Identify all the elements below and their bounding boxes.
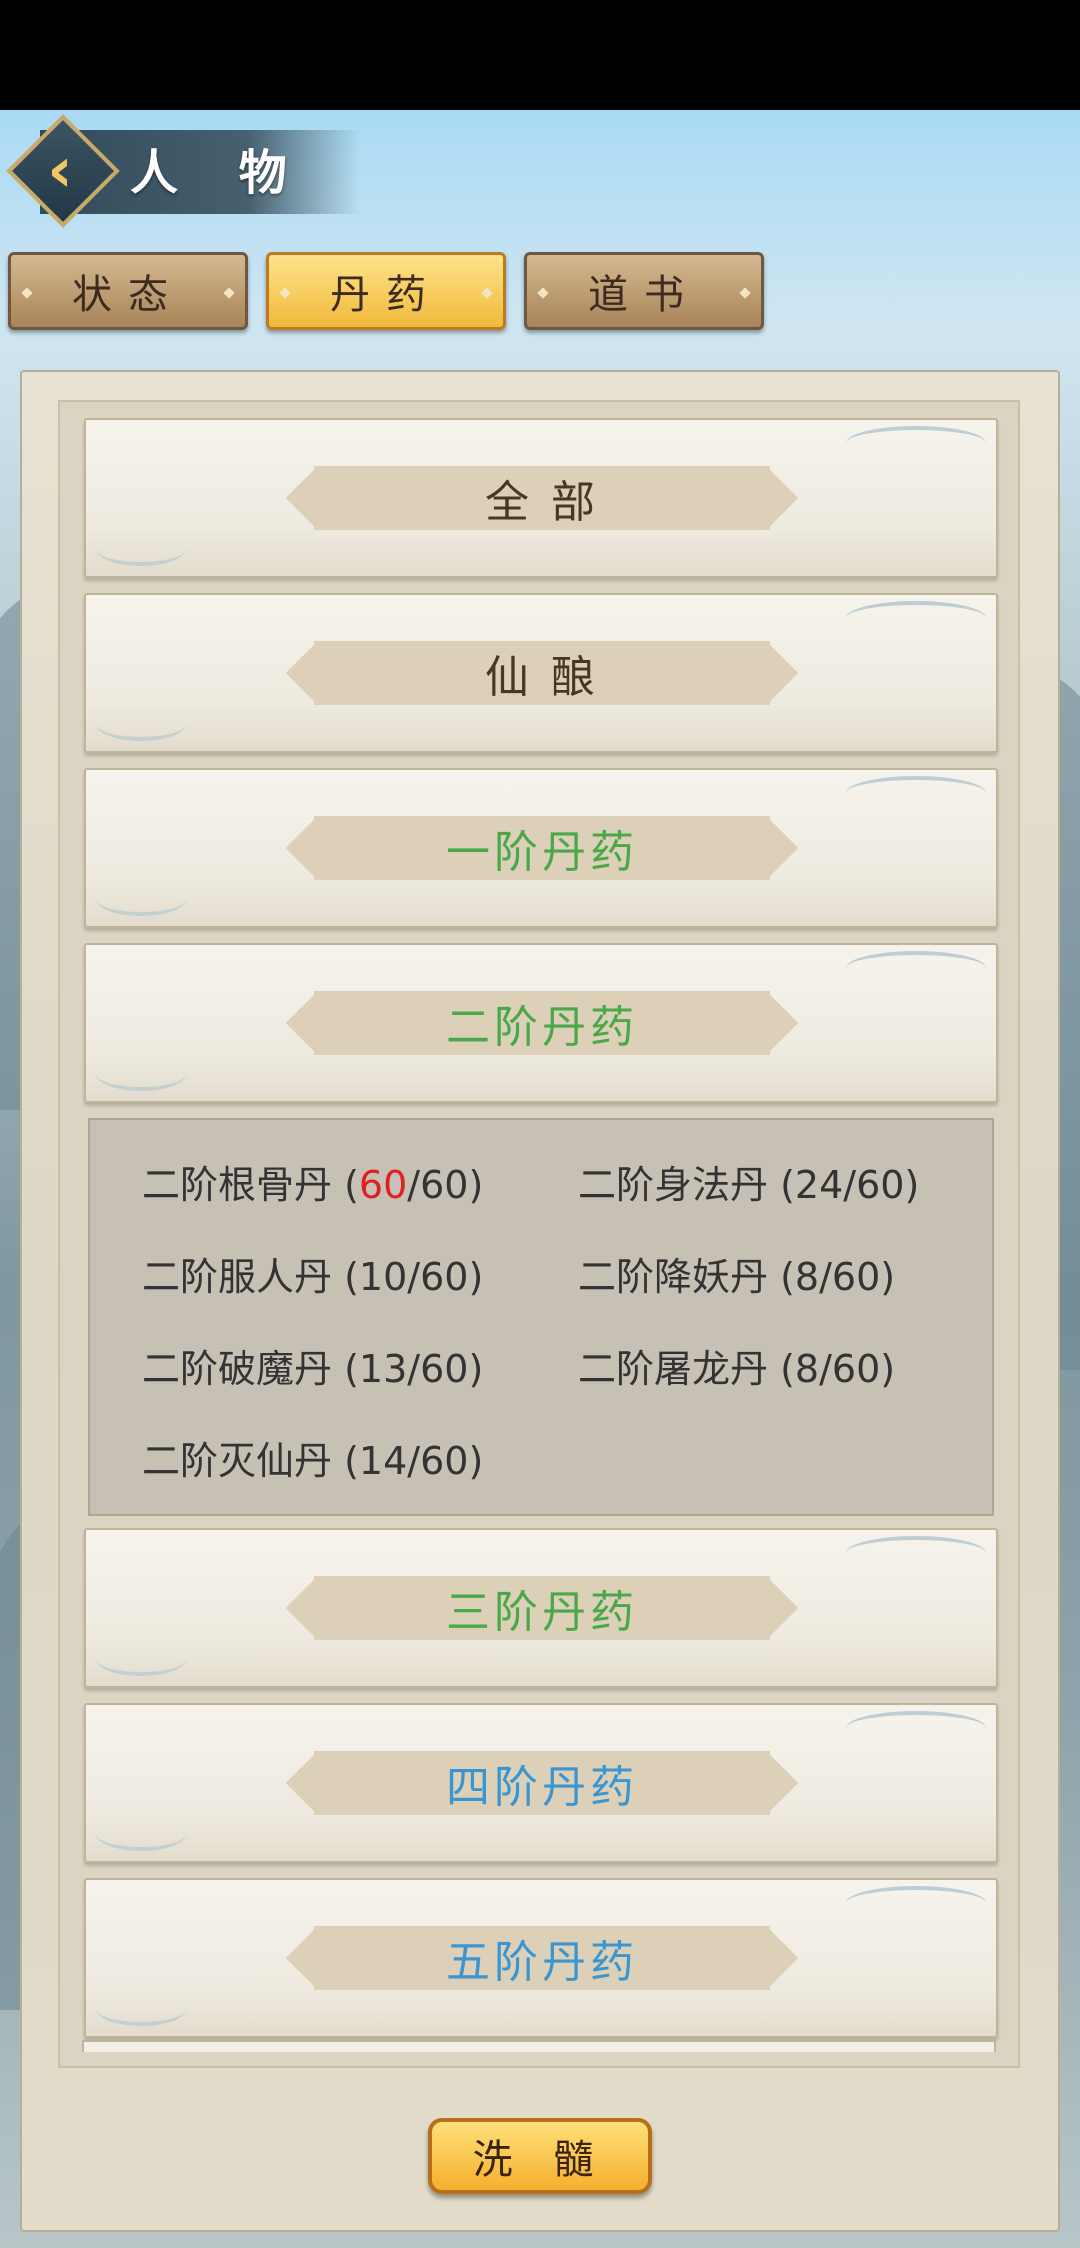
cloud-decoration	[96, 532, 186, 566]
tab-ornament-icon	[279, 287, 291, 299]
category-label-plate: 五阶丹药	[314, 1926, 770, 1990]
category-tier-5[interactable]: 五阶丹药	[84, 1878, 998, 2038]
list-item: 二阶服人丹 (10/60)	[142, 1255, 484, 1299]
tab-ornament-icon	[739, 287, 751, 299]
category-tier-3[interactable]: 三阶丹药	[84, 1528, 998, 1688]
list-item: 二阶屠龙丹 (8/60)	[578, 1347, 896, 1391]
category-tier-2[interactable]: 二阶丹药	[84, 943, 998, 1103]
tab-ornament-icon	[21, 287, 33, 299]
tab-label: 丹药	[330, 272, 442, 318]
category-label-plate: 一阶丹药	[314, 816, 770, 880]
category-label-plate: 四阶丹药	[314, 1751, 770, 1815]
item-name: 二阶身法丹	[578, 1163, 769, 1207]
item-count: 10	[358, 1255, 408, 1299]
item-max: 60	[420, 1347, 469, 1391]
tab-status[interactable]: 状态	[8, 252, 248, 330]
category-tier-4[interactable]: 四阶丹药	[84, 1703, 998, 1863]
category-next-partial[interactable]	[82, 2040, 996, 2052]
cloud-decoration	[846, 1536, 986, 1570]
category-label: 仙 酿	[485, 652, 599, 703]
cloud-decoration	[96, 1992, 186, 2026]
page-title: 人 物	[130, 145, 309, 201]
wash-marrow-button[interactable]: 洗 髓	[428, 2118, 652, 2194]
category-label: 三阶丹药	[446, 1587, 638, 1638]
cloud-decoration	[96, 1057, 186, 1091]
list-item: 二阶破魔丹 (13/60)	[142, 1347, 484, 1391]
item-count: 13	[358, 1347, 408, 1391]
status-bar	[0, 0, 1080, 110]
category-label: 二阶丹药	[446, 1002, 638, 1053]
category-label: 一阶丹药	[446, 827, 638, 878]
category-label: 全 部	[485, 477, 599, 528]
item-max: 60	[420, 1163, 469, 1207]
item-max: 60	[831, 1347, 881, 1391]
list-item: 二阶降妖丹 (8/60)	[578, 1255, 896, 1299]
cloud-decoration	[846, 776, 986, 810]
item-name: 二阶降妖丹	[578, 1255, 769, 1299]
cloud-decoration	[846, 1711, 986, 1745]
category-label-plate: 全 部	[314, 466, 770, 530]
category-wine[interactable]: 仙 酿	[84, 593, 998, 753]
item-max: 60	[420, 1255, 469, 1299]
tab-ornament-icon	[537, 287, 549, 299]
tab-elixirs[interactable]: 丹药	[266, 252, 506, 330]
item-count: 60	[358, 1163, 408, 1207]
category-scroll: 全 部 仙 酿 一阶丹药 二阶丹药 二阶根骨丹 (60/60) 二阶身法丹 (2…	[84, 418, 998, 2053]
item-name: 二阶服人丹	[142, 1255, 333, 1299]
cloud-decoration	[846, 426, 986, 460]
category-list[interactable]: 全 部 仙 酿 一阶丹药 二阶丹药 二阶根骨丹 (60/60) 二阶身法丹 (2…	[58, 400, 1020, 2068]
cloud-decoration	[846, 601, 986, 635]
tab-label: 道书	[588, 272, 700, 318]
item-name: 二阶破魔丹	[142, 1347, 333, 1391]
item-max: 60	[856, 1163, 905, 1207]
tab-ornament-icon	[481, 287, 493, 299]
wash-marrow-label: 洗 髓	[472, 2137, 608, 2183]
tab-ornament-icon	[223, 287, 235, 299]
list-item: 二阶身法丹 (24/60)	[578, 1163, 920, 1207]
category-label-plate: 仙 酿	[314, 641, 770, 705]
item-max: 60	[831, 1255, 881, 1299]
item-name: 二阶灭仙丹	[142, 1439, 333, 1483]
item-name: 二阶屠龙丹	[578, 1347, 769, 1391]
tier-2-item-list: 二阶根骨丹 (60/60) 二阶身法丹 (24/60) 二阶服人丹 (10/60…	[88, 1118, 994, 1516]
tab-label: 状态	[72, 272, 184, 318]
item-count: 24	[794, 1163, 844, 1207]
category-label: 四阶丹药	[446, 1762, 638, 1813]
item-max: 60	[420, 1439, 469, 1483]
category-tier-1[interactable]: 一阶丹药	[84, 768, 998, 928]
category-all[interactable]: 全 部	[84, 418, 998, 578]
cloud-decoration	[846, 1886, 986, 1920]
tab-books[interactable]: 道书	[524, 252, 764, 330]
chevron-left-icon[interactable]: ‹	[30, 139, 90, 201]
cloud-decoration	[846, 951, 986, 985]
item-count: 8	[794, 1255, 820, 1299]
item-name: 二阶根骨丹	[142, 1163, 333, 1207]
category-label-plate: 二阶丹药	[314, 991, 770, 1055]
cloud-decoration	[96, 1817, 186, 1851]
item-count: 8	[794, 1347, 820, 1391]
list-item: 二阶根骨丹 (60/60)	[142, 1163, 484, 1207]
cloud-decoration	[96, 1642, 186, 1676]
cloud-decoration	[96, 707, 186, 741]
list-item: 二阶灭仙丹 (14/60)	[142, 1439, 484, 1483]
cloud-decoration	[96, 882, 186, 916]
category-label-plate: 三阶丹药	[314, 1576, 770, 1640]
item-count: 14	[358, 1439, 408, 1483]
category-label: 五阶丹药	[446, 1937, 638, 1988]
